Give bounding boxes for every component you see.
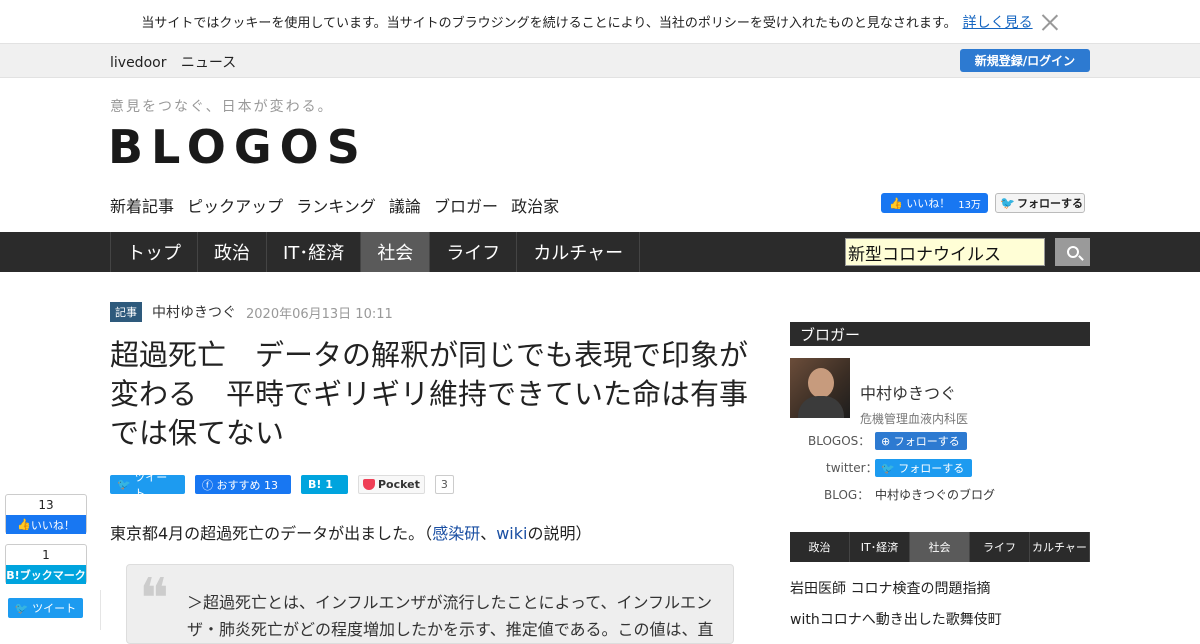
twitter-follow-label: フォローする bbox=[898, 462, 965, 475]
twitter-bird-icon: 🐦 bbox=[117, 478, 135, 491]
twitter-follow-button[interactable]: 🐦 フォローする bbox=[995, 193, 1085, 213]
twitter-bird-icon: 🐦 bbox=[1000, 196, 1015, 210]
login-button[interactable]: 新規登録/ログイン bbox=[960, 49, 1090, 72]
cookie-more-link[interactable]: 詳しく見る bbox=[963, 12, 1033, 32]
blogger-name[interactable]: 中村ゆきつぐ bbox=[860, 380, 956, 404]
hatena-bookmark-button[interactable]: B! 1 bbox=[301, 475, 348, 494]
blogos-label: BLOGOS： bbox=[808, 434, 871, 448]
nav-society[interactable]: 社会 bbox=[361, 232, 431, 272]
search-button[interactable] bbox=[1055, 238, 1090, 266]
floating-hatena-button[interactable]: 1 B!ブックマーク bbox=[5, 544, 87, 584]
subnav-item[interactable]: ピックアップ bbox=[187, 197, 283, 216]
facebook-like-button[interactable]: 👍 いいね！ 13万 bbox=[881, 193, 988, 213]
blogos-follow-button[interactable]: ⊕ フォローする bbox=[875, 432, 967, 450]
article-title: 超過死亡 データの解釈が同じでも表現で印象が変わる 平時でギリギリ維持できていた… bbox=[110, 338, 749, 450]
avatar[interactable] bbox=[790, 358, 850, 418]
blog-link[interactable]: 中村ゆきつぐのブログ bbox=[875, 486, 995, 503]
cookie-banner: 当サイトではクッキーを使用しています。当サイトのブラウジングを続けることにより、… bbox=[0, 0, 1200, 43]
floating-like-label: 👍 いいね！ bbox=[6, 515, 86, 534]
facebook-icon: ⓕ bbox=[202, 478, 217, 492]
floating-tweet-label: ツイート bbox=[32, 602, 77, 615]
livedoor-brand[interactable]: livedoor ニュース bbox=[110, 52, 246, 72]
thumbs-up-icon: 👍 bbox=[889, 196, 907, 210]
blogger-profile: 中村ゆきつぐ 危機管理血液内科医 bbox=[790, 346, 1090, 446]
subnav-item[interactable]: 政治家 bbox=[511, 197, 559, 216]
tab-life[interactable]: ライフ bbox=[970, 532, 1030, 562]
twitter-bird-icon: 🐦 bbox=[881, 461, 899, 475]
blogos-follow-label: フォローする bbox=[893, 435, 960, 448]
tab-culture[interactable]: カルチャー bbox=[1030, 532, 1090, 562]
twitter-label: twitter： bbox=[826, 461, 878, 475]
body-sep: 、 bbox=[480, 524, 497, 543]
blog-label: BLOG： bbox=[824, 488, 870, 502]
body-text-suffix: の説明） bbox=[527, 524, 592, 543]
cookie-text: 当サイトではクッキーを使用しています。当サイトのブラウジングを続けることにより、… bbox=[141, 16, 957, 31]
twitter-follow-button-side[interactable]: 🐦 フォローする bbox=[875, 459, 972, 477]
nav-culture[interactable]: カルチャー bbox=[517, 232, 641, 272]
blockquote: ❝ ＞超過死亡とは、インフルエンザが流行したことによって、インフルエンザ・肺炎死… bbox=[126, 564, 734, 644]
tab-politics[interactable]: 政治 bbox=[790, 532, 850, 562]
nav-politics[interactable]: 政治 bbox=[198, 232, 267, 272]
floating-like-button[interactable]: 13 👍 いいね！ bbox=[5, 494, 87, 534]
sub-navigation: 新着記事 ピックアップ ランキング 議論 ブロガー 政治家 bbox=[110, 193, 567, 217]
follow-label: フォローする bbox=[1016, 197, 1083, 210]
news-item[interactable]: withコロナへ動き出した歌舞伎町 bbox=[790, 609, 1002, 629]
like-count: 13万 bbox=[958, 199, 981, 211]
news-item[interactable]: 岩田医師 コロナ検査の問題指摘 bbox=[790, 578, 990, 598]
news-link[interactable]: ニュース bbox=[181, 55, 236, 71]
sidebar: ブロガー 中村ゆきつぐ 危機管理血液内科医 BLOGOS： ⊕ フォローする t… bbox=[790, 322, 1090, 628]
tweet-label: ツイート bbox=[134, 470, 168, 500]
pocket-button[interactable]: Pocket bbox=[358, 475, 425, 494]
thumbs-up-icon: 👍 bbox=[17, 518, 31, 531]
floating-tweet-button[interactable]: 🐦 ツイート bbox=[8, 598, 83, 618]
article: 記事 中村ゆきつぐ 2020年06月13日 10:11 超過死亡 データの解釈が… bbox=[110, 302, 750, 544]
quote-text: ＞超過死亡とは、インフルエンザが流行したことによって、インフルエンザ・肺炎死亡が… bbox=[187, 593, 714, 639]
facebook-recommend-button[interactable]: ⓕ おすすめ 13 bbox=[195, 475, 291, 494]
subnav-item[interactable]: ブロガー bbox=[434, 197, 498, 216]
pocket-icon bbox=[363, 479, 375, 490]
search-input[interactable]: 新型コロナウイルス bbox=[845, 238, 1045, 266]
divider bbox=[100, 590, 101, 630]
article-author[interactable]: 中村ゆきつぐ bbox=[152, 302, 236, 322]
livedoor-logo[interactable]: livedoor bbox=[110, 55, 166, 71]
floating-hatena-count: 1 bbox=[42, 548, 50, 562]
fb-label: おすすめ 13 bbox=[216, 478, 279, 492]
link-niid[interactable]: 感染研 bbox=[432, 524, 480, 543]
floating-hatena-label: B!ブックマーク bbox=[6, 565, 86, 584]
livedoor-bar: livedoor ニュース 新規登録/ログイン bbox=[0, 43, 1200, 78]
main-navigation: トップ 政治 IT･経済 社会 ライフ カルチャー 新型コロナウイルス bbox=[0, 232, 1200, 272]
subnav-item[interactable]: 新着記事 bbox=[110, 197, 174, 216]
nav-top[interactable]: トップ bbox=[111, 232, 198, 272]
tweet-button[interactable]: 🐦 ツイート bbox=[110, 471, 185, 500]
article-date: 2020年06月13日 10:11 bbox=[246, 306, 393, 322]
share-bar: 🐦 ツイート ⓕ おすすめ 13 B! 1 Pocket 3 bbox=[110, 471, 750, 500]
like-label: いいね！ bbox=[906, 197, 951, 210]
body-text: 東京都4月の超過死亡のデータが出ました。（ bbox=[110, 524, 433, 543]
close-icon[interactable] bbox=[1041, 13, 1059, 31]
article-body: 東京都4月の超過死亡のデータが出ました。（感染研、wikiの説明） bbox=[110, 520, 750, 544]
site-header: 意見をつなぐ、日本が変わる。 BLOGOS 新着記事 ピックアップ ランキング … bbox=[0, 78, 1200, 232]
plus-icon: ⊕ bbox=[881, 434, 894, 448]
quote-mark-icon: ❝ bbox=[139, 567, 170, 632]
nav-life[interactable]: ライフ bbox=[430, 232, 518, 272]
sidebar-heading: ブロガー bbox=[790, 322, 1090, 346]
pocket-label: Pocket bbox=[378, 478, 420, 491]
article-badge: 記事 bbox=[110, 302, 142, 322]
search-icon bbox=[1066, 246, 1079, 258]
blogger-role: 危機管理血液内科医 bbox=[860, 412, 969, 426]
twitter-bird-icon: 🐦 bbox=[14, 601, 33, 615]
blogos-logo[interactable]: BLOGOS bbox=[108, 120, 368, 174]
subnav-item[interactable]: 議論 bbox=[389, 197, 421, 216]
subnav-item[interactable]: ランキング bbox=[296, 197, 376, 216]
category-tabs: 政治 IT･経済 社会 ライフ カルチャー bbox=[790, 532, 1090, 562]
tagline: 意見をつなぐ、日本が変わる。 bbox=[110, 99, 334, 115]
article-meta: 記事 中村ゆきつぐ 2020年06月13日 10:11 bbox=[110, 302, 750, 322]
link-wiki[interactable]: wiki bbox=[496, 524, 527, 543]
pocket-count: 3 bbox=[434, 475, 454, 494]
nav-it-economy[interactable]: IT･経済 bbox=[267, 232, 362, 272]
tab-it-economy[interactable]: IT･経済 bbox=[850, 532, 910, 562]
tab-society[interactable]: 社会 bbox=[910, 532, 970, 562]
floating-like-count: 13 bbox=[38, 498, 54, 512]
